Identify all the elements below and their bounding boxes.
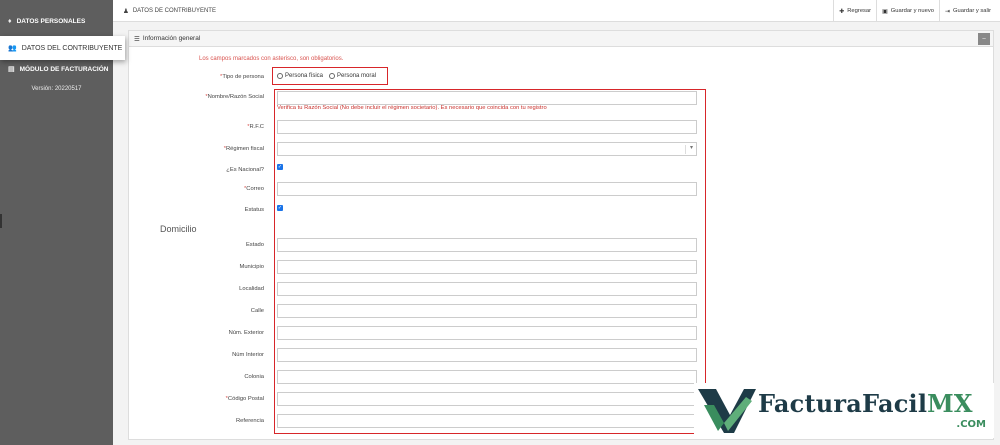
version-text: Versión: 20220517 [31, 86, 82, 92]
regimen-label: *Régimen fiscal [223, 146, 264, 152]
panel-title: Información general [142, 35, 201, 42]
users-icon: 👥 [8, 45, 17, 52]
logo-com: .COM [956, 419, 986, 430]
codigo-postal-label: *Código Postal [225, 396, 264, 402]
estado-label: Estado [245, 242, 264, 248]
tipo-persona-label: *Tipo de persona [220, 74, 264, 80]
user-icon: ♟ [123, 8, 129, 15]
codigo-postal-input[interactable] [277, 392, 697, 406]
sidebar-item-datos-contribuyente[interactable]: 👥 DATOS DEL CONTRIBUYENTE [0, 36, 125, 60]
exit-icon: ⇥ [944, 8, 950, 15]
page-title-text: DATOS DE CONTRIBUYENTE [132, 8, 216, 14]
estatus-checkbox[interactable]: ✓ [277, 205, 283, 211]
logo-text: FacturaFacilMX [758, 389, 973, 418]
persona-fisica-option[interactable]: Persona física [277, 73, 323, 79]
guardar-nuevo-button[interactable]: ▣ Guardar y nuevo [876, 0, 939, 22]
colonia-label: Colonia [244, 374, 264, 380]
pin-icon: ♦ [8, 17, 12, 25]
domicilio-section-title: Domicilio [160, 224, 197, 234]
page-title: ♟ DATOS DE CONTRIBUYENTE [123, 7, 216, 15]
save-icon: ▣ [882, 8, 888, 15]
rfc-label: *R.F.C [247, 124, 264, 130]
razon-social-warning: Verifica tu Razón Social (No debe inclui… [277, 105, 547, 111]
list-icon: ☰ [134, 35, 140, 43]
document-icon: ▤ [8, 66, 15, 73]
regimen-fiscal-select[interactable] [277, 142, 697, 156]
es-nacional-checkbox[interactable]: ✓ [277, 164, 283, 170]
correo-input[interactable] [277, 182, 697, 196]
num-interior-input[interactable] [277, 348, 697, 362]
persona-moral-option[interactable]: Persona moral [329, 73, 376, 79]
calle-label: Calle [250, 308, 264, 314]
referencia-label: Referencia [235, 418, 264, 424]
collapse-button[interactable]: – [978, 33, 990, 45]
sidebar-item-modulo-facturacion[interactable]: ▤ MÓDULO DE FACTURACIÓN [0, 62, 113, 76]
guardar-nuevo-label: Guardar y nuevo [890, 8, 934, 14]
sidebar-resize-handle[interactable] [0, 214, 2, 228]
regresar-button[interactable]: ✚ Regresar [833, 0, 876, 22]
num-exterior-label: Núm. Exterior [228, 330, 264, 336]
municipio-input[interactable] [277, 260, 697, 274]
municipio-label: Municipio [239, 264, 265, 270]
sidebar-item-label: MÓDULO DE FACTURACIÓN [19, 65, 109, 73]
required-fields-note: Los campos marcados con asterisco, son o… [199, 56, 344, 62]
toolbar-actions: ✚ Regresar ▣ Guardar y nuevo ⇥ Guardar y… [833, 0, 996, 22]
nombre-label: *Nombre/Razón Social [205, 94, 264, 100]
localidad-input[interactable] [277, 282, 697, 296]
panel-header: ☰ Información general – [129, 31, 993, 47]
colonia-input[interactable] [277, 370, 697, 384]
facturafacilmx-logo: FacturaFacilMX .COM [694, 383, 994, 438]
sidebar-item-label: DATOS PERSONALES [16, 17, 86, 25]
correo-label: *Correo [244, 186, 264, 192]
calle-input[interactable] [277, 304, 697, 318]
nacional-label: ¿Es Nacional? [226, 167, 264, 173]
num-exterior-input[interactable] [277, 326, 697, 340]
regresar-label: Regresar [847, 8, 872, 14]
sidebar-item-label: DATOS DEL CONTRIBUYENTE [21, 44, 123, 52]
tipo-persona-options: Persona física Persona moral [272, 67, 388, 85]
radio-icon[interactable] [329, 73, 336, 79]
logo-mark-icon [698, 389, 756, 433]
localidad-label: Localidad [239, 286, 264, 292]
referencia-input[interactable] [277, 414, 697, 428]
guardar-salir-label: Guardar y salir [952, 8, 991, 14]
back-arrow-icon: ✚ [839, 8, 845, 15]
estatus-label: Estatus [244, 207, 264, 213]
sidebar: ♦ DATOS PERSONALES ▤ MÓDULO DE FACTURACI… [0, 0, 113, 445]
rfc-input[interactable] [277, 120, 697, 134]
sidebar-item-datos-personales[interactable]: ♦ DATOS PERSONALES [0, 10, 113, 32]
nombre-razon-social-input[interactable] [277, 91, 697, 105]
estado-input[interactable] [277, 238, 697, 252]
topbar: ♟ DATOS DE CONTRIBUYENTE ✚ Regresar ▣ Gu… [113, 0, 1000, 22]
radio-icon[interactable] [277, 73, 283, 79]
num-interior-label: Núm Interior [232, 352, 264, 358]
guardar-salir-button[interactable]: ⇥ Guardar y salir [938, 0, 996, 22]
